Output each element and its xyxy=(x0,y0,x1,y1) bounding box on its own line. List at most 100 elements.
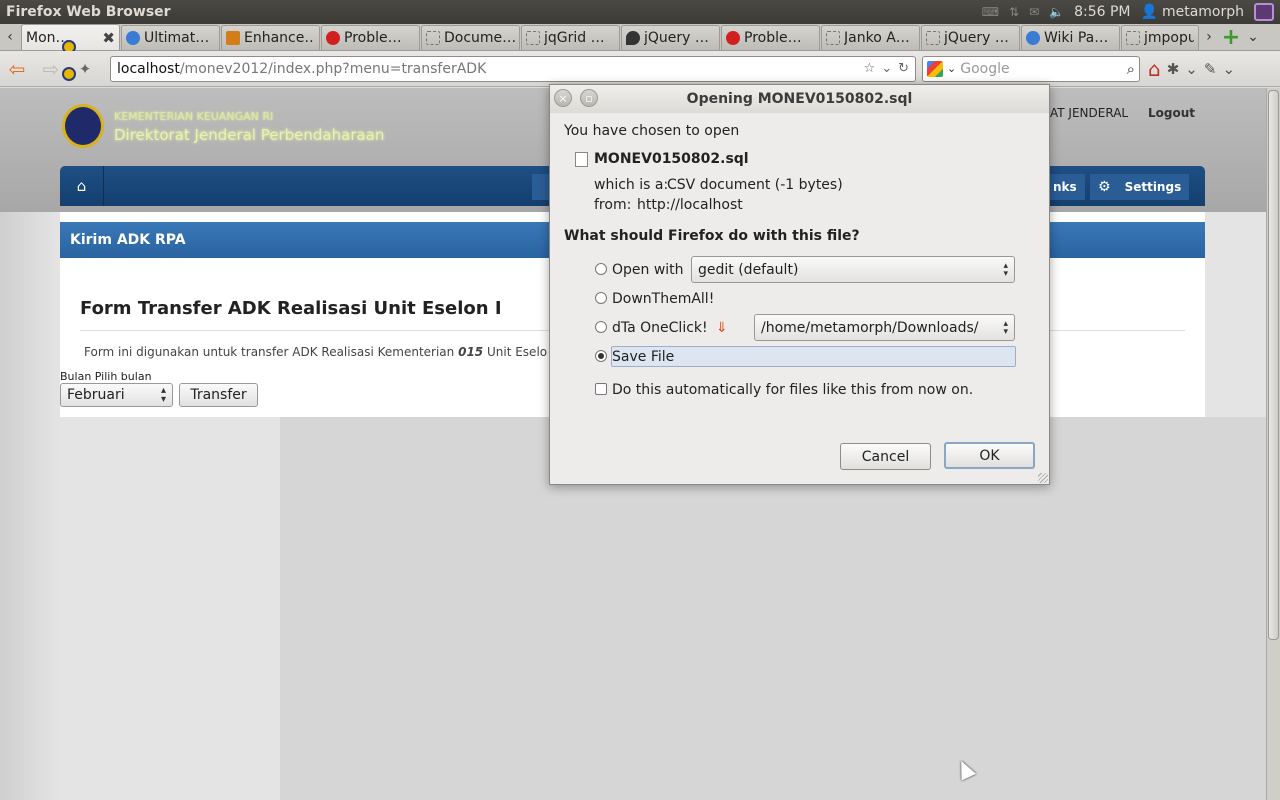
menu-item-settings[interactable]: ⚙ Settings xyxy=(1090,174,1190,200)
search-icon[interactable]: ⌕ xyxy=(1127,60,1135,78)
vertical-scrollbar[interactable] xyxy=(1266,88,1280,800)
tab-label: jQuery … xyxy=(944,30,1009,46)
tab-problem-2[interactable]: Proble… xyxy=(721,25,820,50)
tab-wiki[interactable]: Wiki Pa… xyxy=(1021,25,1120,50)
tab-janko[interactable]: Janko A… xyxy=(821,25,920,50)
addon-bug-icon[interactable]: ✱ xyxy=(1167,60,1180,78)
mail-icon[interactable]: ✉ xyxy=(1029,5,1039,19)
username: metamorph xyxy=(1161,4,1244,20)
page-icon xyxy=(526,31,540,45)
desc-code: 015 xyxy=(458,345,484,359)
dta-path-select[interactable]: /home/metamorph/Downloads/ ▴ ▾ xyxy=(754,314,1015,341)
desc-prefix: Form ini digunakan untuk transfer ADK Re… xyxy=(84,345,455,359)
tab-document[interactable]: Docume… xyxy=(421,25,520,50)
reload-icon[interactable]: ↻ xyxy=(898,61,909,76)
home-icon[interactable]: ⌂ xyxy=(1148,57,1161,81)
tab-jquery-1[interactable]: jQuery … xyxy=(621,25,720,50)
combo-arrows-icon: ▴ ▾ xyxy=(1003,319,1008,337)
dta-oneclick-label[interactable]: dTa OneClick! xyxy=(612,320,708,336)
dialog-close-icon[interactable]: × xyxy=(554,89,572,107)
network-icon[interactable]: ⇅ xyxy=(1009,5,1019,19)
site-logo-icon xyxy=(62,40,76,54)
page-icon xyxy=(926,31,940,45)
logout-link[interactable]: Logout xyxy=(1148,106,1195,120)
chosen-text: You have chosen to open xyxy=(564,123,740,139)
keyboard-icon[interactable]: ⌨ xyxy=(982,5,999,19)
from-value: http://localhost xyxy=(637,197,743,213)
close-tab-icon[interactable]: ✖ xyxy=(102,29,115,47)
download-dialog: Opening MONEV0150802.sql × ▫ You have ch… xyxy=(549,84,1050,485)
user-link[interactable]: AT JENDERAL xyxy=(1050,106,1128,120)
ministry-logo-icon xyxy=(62,104,104,148)
tab-ultimate[interactable]: Ultimat… xyxy=(121,25,220,50)
from-label: from: xyxy=(594,197,632,213)
open-with-label[interactable]: Open with xyxy=(612,262,684,278)
navigation-bar: ⇦ ⇨ ✦ localhost/monev2012/index.php?menu… xyxy=(0,51,1280,87)
tab-label: Enhance… xyxy=(244,30,315,46)
dialog-filename: MONEV0150802.sql xyxy=(594,151,749,167)
resize-grip[interactable] xyxy=(1038,473,1048,483)
google-icon[interactable] xyxy=(927,60,943,77)
tab-problem-1[interactable]: Proble… xyxy=(321,25,420,50)
which-is-label: which is a: xyxy=(594,177,669,193)
downthemall-label[interactable]: DownThemAll! xyxy=(612,291,714,307)
clock[interactable]: 8:56 PM xyxy=(1074,4,1130,20)
tab-jmpopup[interactable]: jmpopu xyxy=(1121,25,1199,50)
new-tab-icon[interactable]: + xyxy=(1219,24,1243,50)
tab-label: jmpopu xyxy=(1144,30,1194,46)
menu-home-icon[interactable]: ⌂ xyxy=(60,166,104,206)
url-host: localhost xyxy=(117,60,180,77)
url-bar[interactable]: localhost/monev2012/index.php?menu=trans… xyxy=(62,55,916,82)
auto-checkbox-label[interactable]: Do this automatically for files like thi… xyxy=(612,382,973,398)
tab-scroll-left-icon[interactable]: ‹ xyxy=(0,24,20,50)
dta-oneclick-radio[interactable] xyxy=(595,321,607,333)
open-with-app-select[interactable]: gedit (default) ▴ ▾ xyxy=(691,256,1015,283)
url-history-icon[interactable]: ⌄ xyxy=(881,61,892,76)
save-file-label[interactable]: Save File xyxy=(612,349,674,365)
error-icon xyxy=(326,31,340,45)
auto-checkbox[interactable] xyxy=(595,383,607,395)
dialog-title: Opening MONEV0150802.sql xyxy=(686,91,913,107)
form-title: Form Transfer ADK Realisasi Unit Eselon … xyxy=(80,298,502,319)
site-identity-icon[interactable] xyxy=(62,67,76,81)
page-icon xyxy=(426,31,440,45)
save-file-radio[interactable] xyxy=(595,350,607,362)
ok-button[interactable]: OK xyxy=(944,442,1035,469)
tab-enhance[interactable]: Enhance… xyxy=(221,25,320,50)
back-arrow-icon[interactable]: ⇦ xyxy=(0,54,34,84)
tab-jquery-2[interactable]: jQuery … xyxy=(921,25,1020,50)
user-menu[interactable]: 👤 metamorph xyxy=(1141,4,1244,20)
tab-list-icon[interactable]: ⌄ xyxy=(1243,24,1263,50)
bookmark-star-icon[interactable]: ☆ xyxy=(864,61,876,76)
tab-label: Proble… xyxy=(344,30,402,46)
downthemall-radio[interactable] xyxy=(595,292,607,304)
search-engine-dropdown-icon[interactable]: ⌄ xyxy=(947,62,956,75)
dialog-maximize-icon[interactable]: ▫ xyxy=(580,89,598,107)
volume-icon[interactable]: 🔈 xyxy=(1049,5,1064,19)
file-icon xyxy=(575,152,588,167)
power-icon[interactable] xyxy=(1254,3,1274,21)
menu-links-label: nks xyxy=(1053,180,1077,194)
tools-dropdown-icon[interactable]: ⌄ xyxy=(1222,60,1235,78)
transfer-button[interactable]: Transfer xyxy=(179,383,258,407)
addon-dropdown-icon[interactable]: ⌄ xyxy=(1185,60,1198,78)
search-bar[interactable]: ⌄ Google ⌕ xyxy=(922,55,1140,82)
orange-favicon-icon xyxy=(226,31,240,45)
month-value: Februari xyxy=(67,387,125,403)
tab-monev[interactable]: Mon… ✖ xyxy=(21,24,120,54)
system-top-panel: Firefox Web Browser ⌨ ⇅ ✉ 🔈 8:56 PM 👤 me… xyxy=(0,0,1280,24)
cancel-button[interactable]: Cancel xyxy=(840,443,931,470)
globe-icon xyxy=(126,31,140,45)
menu-item-reports[interactable] xyxy=(532,174,550,200)
dialog-titlebar[interactable]: Opening MONEV0150802.sql xyxy=(550,85,1049,113)
month-select[interactable]: Februari ▴ ▾ xyxy=(60,383,173,407)
tab-label: Proble… xyxy=(744,30,802,46)
menu-item-links[interactable]: nks xyxy=(1045,174,1085,200)
open-with-radio[interactable] xyxy=(595,263,607,275)
scrollbar-thumb[interactable] xyxy=(1268,90,1279,640)
tools-icon[interactable]: ✎ xyxy=(1204,60,1217,78)
tab-scroll-right-icon[interactable]: › xyxy=(1199,24,1219,50)
open-with-app-value: gedit (default) xyxy=(698,261,799,278)
tab-jqgrid[interactable]: jqGrid … xyxy=(521,25,620,50)
url-path: /monev2012/index.php?menu=transferADK xyxy=(179,60,487,77)
